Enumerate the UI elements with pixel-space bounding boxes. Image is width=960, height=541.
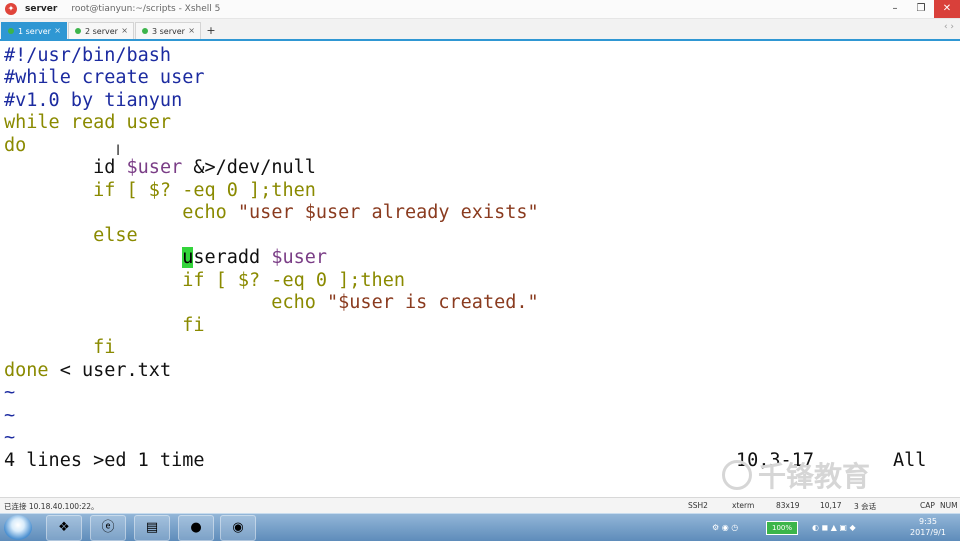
session-count: 3 会话 xyxy=(854,502,877,511)
tab-label: 3 server xyxy=(152,26,185,36)
tray-icons-right[interactable]: ◐ ◼ ▲ ▣ ◆ xyxy=(812,514,856,541)
code-line: if [ $? -eq 0 ];then xyxy=(4,270,405,291)
code-token: "user $user already exists" xyxy=(237,202,539,223)
watermark-circle-icon xyxy=(722,460,752,490)
code-line: else xyxy=(4,225,138,246)
protocol: SSH2 xyxy=(688,501,708,510)
tab-2-server[interactable]: 2 server × xyxy=(68,22,134,39)
code-line: if [ $? -eq 0 ];then xyxy=(4,180,316,201)
connected-dot-icon xyxy=(8,28,14,34)
empty-line-tilde: ~ xyxy=(4,382,16,403)
tab-close-icon[interactable]: × xyxy=(188,26,195,35)
tab-label: 2 server xyxy=(85,26,118,36)
tab-close-icon[interactable]: × xyxy=(121,26,128,35)
xshell-taskbar-icon[interactable]: ◉ xyxy=(220,515,256,541)
tab-1-server[interactable]: 1 server × xyxy=(1,22,67,39)
code-line: done < user.txt xyxy=(4,360,171,382)
code-token: &>/dev/null xyxy=(182,157,316,178)
code-line: while read user xyxy=(4,112,172,133)
tray-icons[interactable]: ⚙ ◉ ◷ xyxy=(712,514,738,541)
cherry-app-icon[interactable]: ● xyxy=(178,515,214,541)
connected-dot-icon xyxy=(75,28,81,34)
code-token: done xyxy=(4,360,49,381)
code-line: echo "$user is created." xyxy=(4,292,539,314)
terminal-type: xterm xyxy=(732,501,755,510)
tab-3-server[interactable]: 3 server × xyxy=(135,22,201,39)
tab-label: 1 server xyxy=(18,26,51,36)
restore-icon[interactable]: ❐ xyxy=(908,0,934,18)
code-token: echo xyxy=(4,292,328,313)
watermark-logo: 千锋教育 xyxy=(722,456,912,494)
file-explorer-icon[interactable]: ▤ xyxy=(134,515,170,541)
code-token: "$user is created." xyxy=(327,292,539,313)
xshell-logo-icon: ✦ xyxy=(5,3,17,15)
battery-indicator[interactable]: 100% xyxy=(766,521,798,535)
close-icon[interactable]: ✕ xyxy=(934,0,960,18)
terminal-size: 83x19 xyxy=(776,501,800,510)
vim-status-message: 4 lines >ed 1 time xyxy=(4,450,205,471)
code-token: $user xyxy=(271,247,328,268)
code-line: #!/usr/bin/bash xyxy=(4,45,172,66)
code-line: echo "user $user already exists" xyxy=(4,202,539,224)
code-token: id xyxy=(4,157,127,178)
title-bar: ✦ server root@tianyun:~/scripts - Xshell… xyxy=(0,0,960,19)
caps-lock: CAP xyxy=(920,501,935,510)
code-line: #v1.0 by tianyun xyxy=(4,90,183,111)
cursor-pos: 10,17 xyxy=(820,501,842,510)
tab-bar: 1 server × 2 server × 3 server × + ‹ › xyxy=(0,19,960,41)
code-token: seradd xyxy=(193,247,272,268)
status-bar: 已连接 10.18.40.100:22。 SSH2 xterm 83x19 10… xyxy=(0,497,960,514)
session-name: server xyxy=(25,4,58,14)
code-line: do xyxy=(4,135,27,156)
start-button[interactable] xyxy=(4,515,32,540)
code-token: $user xyxy=(126,157,183,178)
tab-close-icon[interactable]: × xyxy=(54,26,61,35)
windows-logo-icon[interactable]: ❖ xyxy=(46,515,82,541)
minimize-icon[interactable]: – xyxy=(882,0,908,18)
code-token: echo xyxy=(4,202,238,223)
tab-nav-arrows-icon[interactable]: ‹ › xyxy=(944,22,954,32)
terminal-area[interactable]: #!/usr/bin/bash #while create user #v1.0… xyxy=(0,41,960,496)
ie-browser-icon[interactable]: ⓔ xyxy=(90,515,126,541)
code-line: useradd $user xyxy=(4,247,327,269)
code-line: fi xyxy=(4,315,205,336)
clock[interactable]: 9:35 2017/9/1 xyxy=(906,516,950,538)
mouse-ibeam-icon: I xyxy=(116,143,121,159)
empty-line-tilde: ~ xyxy=(4,427,16,448)
code-line: fi xyxy=(4,337,116,358)
watermark-text: 千锋教育 xyxy=(758,460,871,493)
code-line: id $user &>/dev/null xyxy=(4,157,316,179)
clock-date: 2017/9/1 xyxy=(910,528,946,537)
code-line: #while create user xyxy=(4,67,205,88)
new-tab-button[interactable]: + xyxy=(203,22,219,39)
connection-status: 已连接 10.18.40.100:22。 xyxy=(4,502,99,511)
empty-line-tilde: ~ xyxy=(4,405,16,426)
num-lock: NUM xyxy=(940,501,958,510)
connected-dot-icon xyxy=(142,28,148,34)
taskbar: ❖ ⓔ ▤ ● ◉ ⚙ ◉ ◷ 100% ◐ ◼ ▲ ▣ ◆ 9:35 2017… xyxy=(0,513,960,541)
window-title: root@tianyun:~/scripts - Xshell 5 xyxy=(71,4,221,14)
code-token: < user.txt xyxy=(48,360,172,381)
text-cursor: u xyxy=(182,247,194,268)
clock-time: 9:35 xyxy=(919,517,937,526)
